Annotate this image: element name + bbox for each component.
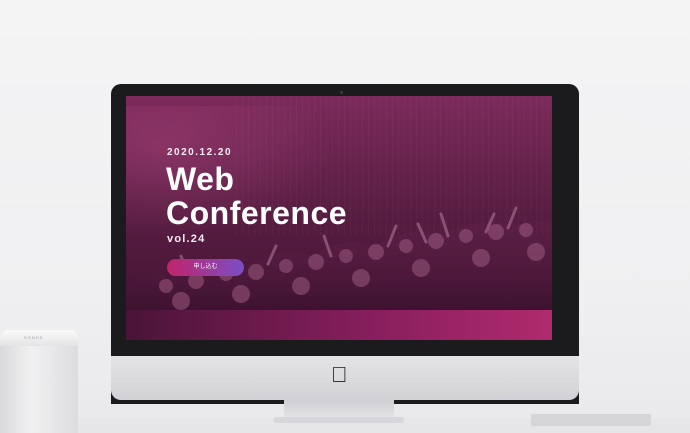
- speaker-brand: SONOS: [24, 335, 44, 340]
- speaker: SONOS: [0, 330, 78, 433]
- event-date: 2020.12.20: [167, 147, 233, 158]
- speaker-top: SONOS: [0, 330, 78, 346]
- event-title: Web Conference: [166, 162, 347, 230]
- monitor-stand-base: [274, 417, 404, 423]
- event-volume: vol.24: [167, 233, 206, 245]
- apple-icon: : [331, 363, 348, 387]
- event-title-line2: Conference: [166, 195, 348, 231]
- monitor-screen: 2020.12.20 Web Conference vol.24 申し込む: [126, 96, 552, 340]
- desk-tray: [531, 414, 651, 426]
- bottom-accent-strip: [126, 310, 552, 340]
- apply-button[interactable]: 申し込む: [167, 259, 244, 276]
- camera-icon: [340, 91, 343, 94]
- event-title-line1: Web: [166, 161, 235, 197]
